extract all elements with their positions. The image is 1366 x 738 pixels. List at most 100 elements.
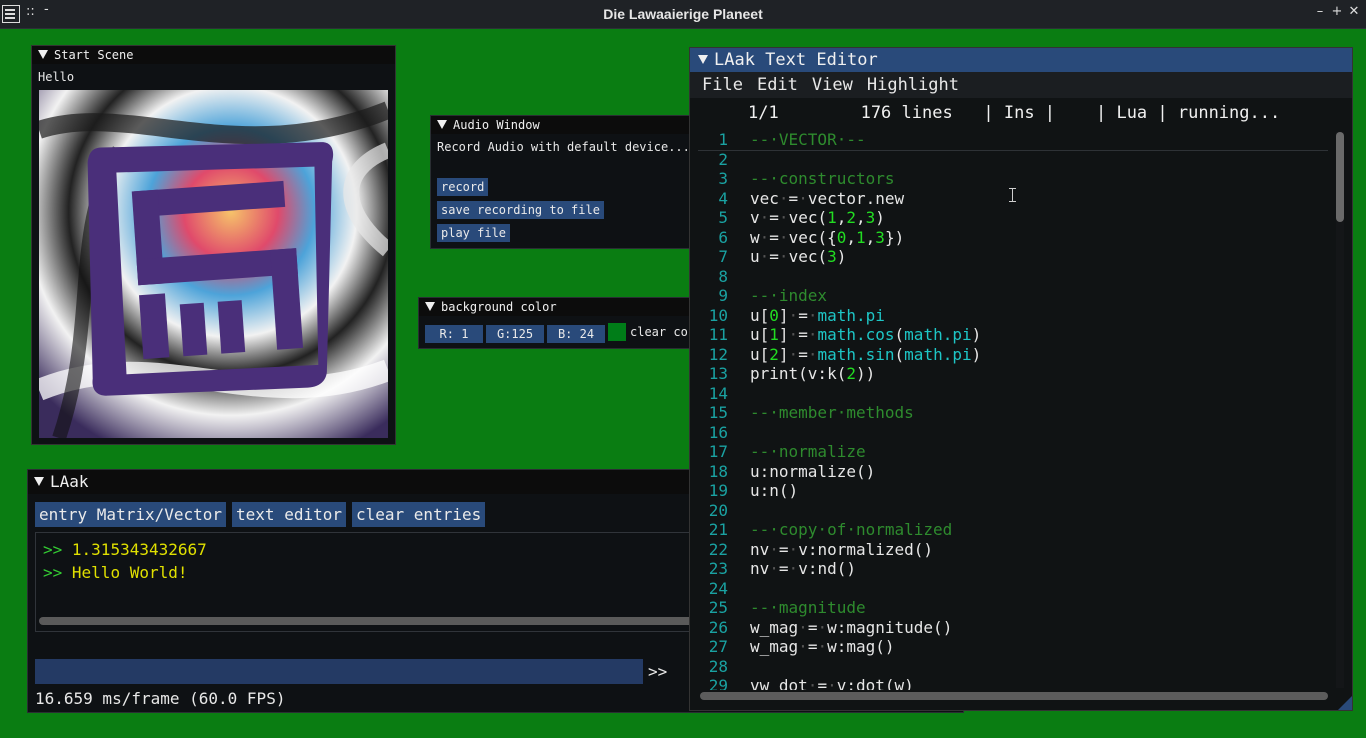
console-value: 1.315343432667 (71, 540, 207, 559)
code-line[interactable]: 11 u[1]·=·math.cos(math.pi) (698, 325, 1328, 345)
code-text: vec·=·vector.new (750, 188, 905, 208)
line-number: 13 (708, 364, 728, 383)
bgcolor-titlebar[interactable]: background color (419, 298, 693, 316)
code-line[interactable]: 22 nv·=·v:normalized() (698, 540, 1328, 560)
line-number: 8 (718, 266, 728, 286)
start-scene-window: Start Scene Hello (31, 45, 396, 445)
console-horizontal-scrollbar[interactable] (39, 617, 695, 625)
collapse-triangle-icon[interactable] (34, 477, 44, 486)
code-line[interactable]: 8 (698, 267, 1328, 287)
start-scene-titlebar[interactable]: Start Scene (32, 46, 395, 64)
menu-view[interactable]: View (812, 75, 853, 95)
code-text: --·normalize (750, 442, 866, 461)
start-scene-title: Start Scene (54, 48, 134, 62)
minimize-button[interactable]: – (1312, 4, 1328, 19)
console-entry: >> Hello World! (36, 561, 696, 584)
code-line[interactable]: 28 (698, 657, 1328, 677)
code-line[interactable]: 16 (698, 423, 1328, 443)
code-text: --·constructors (750, 169, 895, 188)
code-line[interactable]: 5 v·=·vec(1,2,3) (698, 208, 1328, 228)
entry-matrix-vector-button[interactable]: entry Matrix/Vector (35, 502, 227, 527)
save-recording-button[interactable]: save recording to file (437, 201, 604, 219)
code-line[interactable]: 23 nv·=·v:nd() (698, 559, 1328, 579)
line-number: 29 (708, 676, 728, 690)
blue-channel-input[interactable]: B: 24 (547, 325, 605, 343)
editor-horizontal-scrollbar[interactable] (700, 692, 1328, 700)
code-line[interactable]: 15 --·member·methods (698, 403, 1328, 423)
line-number: 4 (718, 188, 728, 208)
code-line[interactable]: 3 --·constructors (698, 169, 1328, 189)
code-line[interactable]: 1 --·VECTOR·-- (698, 130, 1328, 151)
code-line[interactable]: 19 u:n() (698, 481, 1328, 501)
code-line[interactable]: 29 vw_dot·=·v:dot(w) (698, 676, 1328, 690)
editor-titlebar[interactable]: LAak Text Editor (690, 48, 1352, 72)
collapse-triangle-icon[interactable] (437, 120, 447, 129)
run-command-button[interactable]: >> (648, 662, 667, 681)
editor-title: LAak Text Editor (714, 50, 878, 70)
line-number: 2 (718, 149, 728, 169)
code-line[interactable]: 13 print(v:k(2)) (698, 364, 1328, 384)
code-line[interactable]: 2 (698, 150, 1328, 170)
code-area[interactable]: 1 --·VECTOR·-- 2 3 --·constructors 4 vec·=·vec… (698, 130, 1328, 690)
editor-vertical-scrollbar[interactable] (1336, 132, 1344, 688)
collapse-triangle-icon[interactable] (698, 54, 708, 64)
editor-scroll-thumb[interactable] (1336, 132, 1344, 222)
line-number: 27 (708, 637, 728, 656)
code-line[interactable]: 26 w_mag·=·w:magnitude() (698, 618, 1328, 638)
menu-highlight[interactable]: Highlight (867, 75, 959, 95)
code-line[interactable]: 27 w_mag·=·w:mag() (698, 637, 1328, 657)
code-text: --·copy·of·normalized (750, 520, 953, 539)
code-line[interactable]: 20 (698, 501, 1328, 521)
code-line[interactable]: 25 --·magnitude (698, 598, 1328, 618)
play-file-button[interactable]: play file (437, 224, 511, 242)
line-number: 23 (708, 559, 728, 578)
console-prompt: >> (43, 540, 63, 559)
code-line[interactable]: 9 --·index (698, 286, 1328, 306)
audio-description: Record Audio with default device... (437, 140, 690, 154)
line-number: 15 (708, 403, 728, 422)
console-input[interactable] (35, 659, 643, 684)
color-swatch[interactable] (608, 323, 626, 341)
text-editor-button[interactable]: text editor (232, 502, 346, 527)
code-text: vw_dot·=·v:dot(w) (750, 676, 914, 690)
resize-grip-icon[interactable] (1338, 696, 1352, 710)
collapse-triangle-icon[interactable] (425, 302, 435, 311)
code-line[interactable]: 17 --·normalize (698, 442, 1328, 462)
audio-titlebar[interactable]: Audio Window (431, 116, 693, 134)
close-button[interactable]: ✕ (1346, 4, 1362, 19)
line-number: 6 (718, 227, 728, 247)
console-log[interactable]: >> 1.315343432667 >> Hello World! (35, 532, 697, 632)
record-button[interactable]: record (437, 178, 489, 196)
background-color-window: background color R: 1 G:125 B: 24 clear co (418, 297, 694, 349)
line-number: 18 (708, 461, 728, 481)
code-line[interactable]: 12 u[2]·=·math.sin(math.pi) (698, 345, 1328, 365)
audio-title: Audio Window (453, 118, 540, 132)
code-line[interactable]: 10 u[0]·=·math.pi (698, 306, 1328, 326)
code-line[interactable]: 4 vec·=·vector.new (698, 189, 1328, 209)
code-line[interactable]: 14 (698, 384, 1328, 404)
line-number: 17 (708, 442, 728, 461)
line-number: 12 (708, 344, 728, 364)
red-channel-input[interactable]: R: 1 (425, 325, 483, 343)
code-text: --·magnitude (750, 598, 866, 617)
line-number: 24 (708, 578, 728, 598)
code-line[interactable]: 6 w·=·vec({0,1,3}) (698, 228, 1328, 248)
line-number: 7 (718, 247, 728, 266)
code-text: u[1]·=·math.cos(math.pi) (750, 325, 982, 344)
collapse-triangle-icon[interactable] (38, 50, 48, 59)
line-number: 22 (708, 539, 728, 559)
menu-file[interactable]: File (702, 75, 743, 95)
menu-edit[interactable]: Edit (757, 75, 798, 95)
maximize-button[interactable]: + (1329, 4, 1345, 19)
clear-entries-button[interactable]: clear entries (352, 502, 486, 527)
code-text: --·index (750, 286, 828, 305)
code-line[interactable]: 18 u:normalize() (698, 462, 1328, 482)
code-line[interactable]: 7 u·=·vec(3) (698, 247, 1328, 267)
line-number: 25 (708, 598, 728, 617)
green-channel-input[interactable]: G:125 (486, 325, 544, 343)
code-line[interactable]: 24 (698, 579, 1328, 599)
code-text: v·=·vec(1,2,3) (750, 208, 885, 227)
line-number: 19 (708, 481, 728, 500)
code-line[interactable]: 21 --·copy·of·normalized (698, 520, 1328, 540)
code-text: u·=·vec(3) (750, 247, 847, 266)
